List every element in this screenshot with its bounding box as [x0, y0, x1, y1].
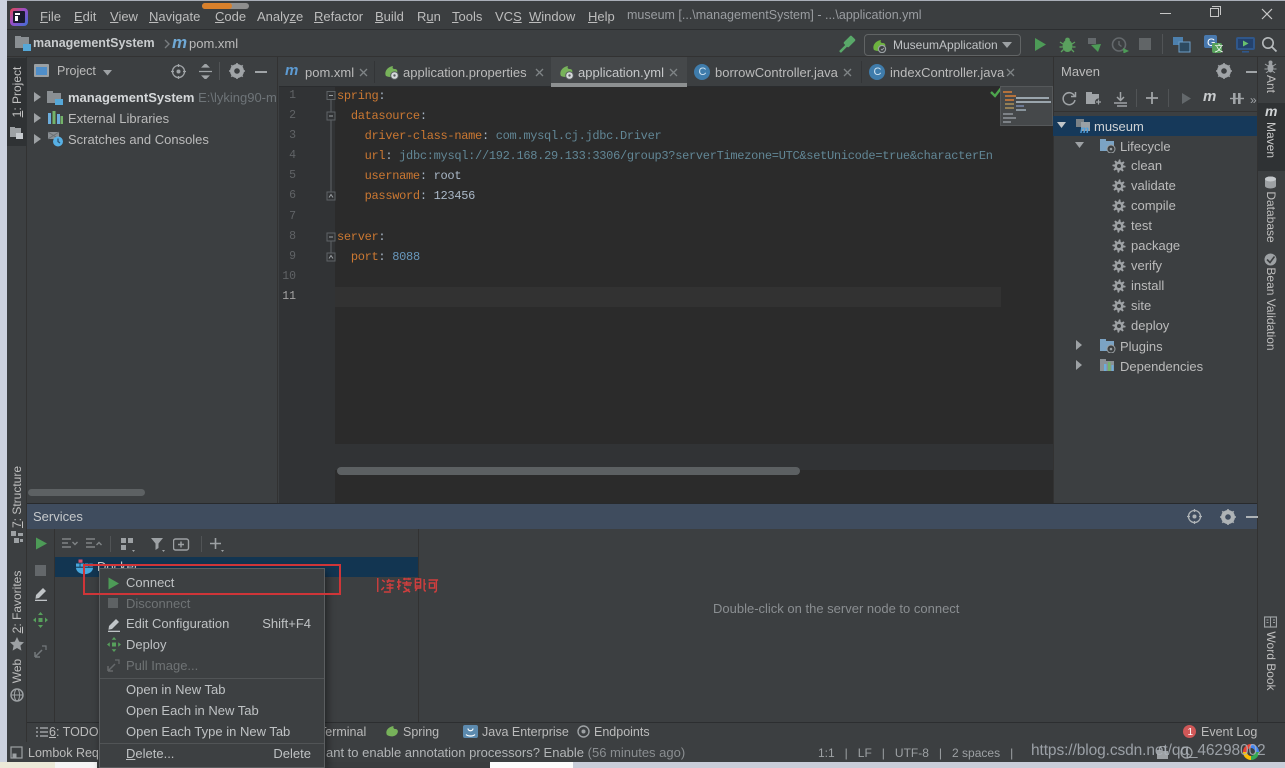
svg-text:m: m	[1080, 125, 1089, 134]
svg-text:文: 文	[1215, 43, 1224, 54]
